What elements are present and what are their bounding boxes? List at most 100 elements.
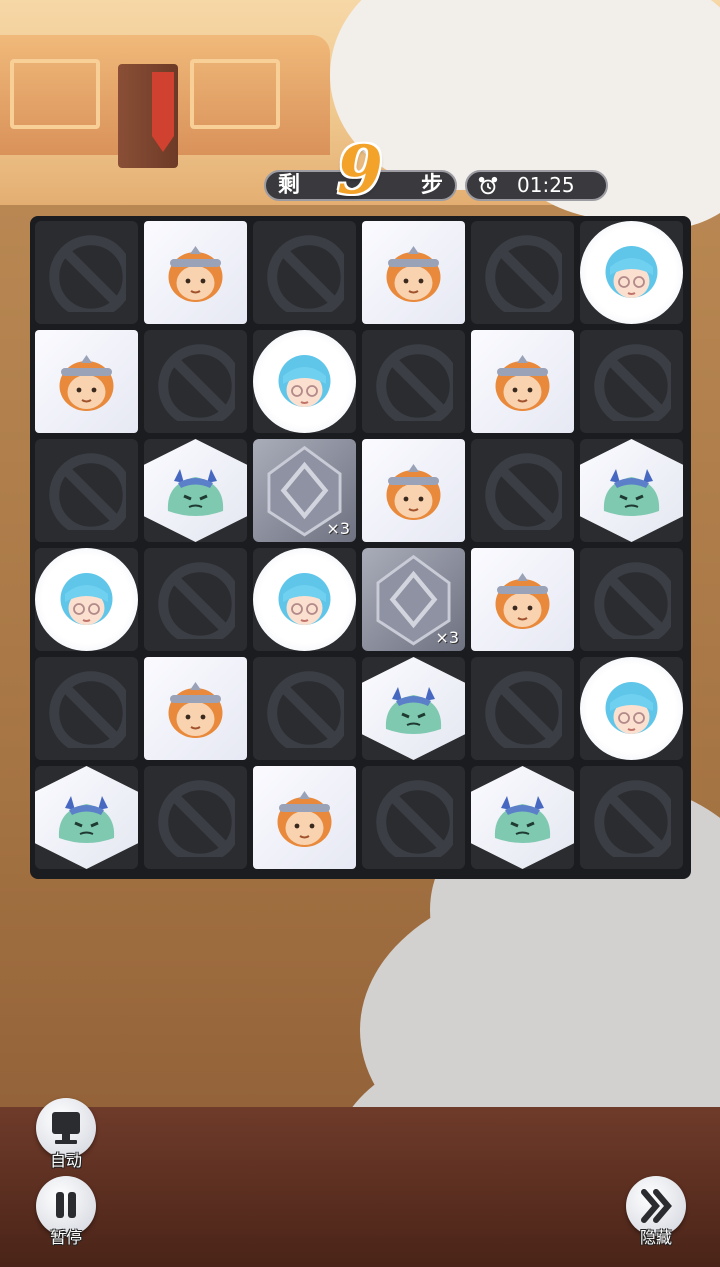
blocked-cell-icon (49, 453, 126, 530)
hide-label: 隐藏 (639, 1228, 672, 1247)
slime-tile[interactable] (580, 439, 683, 542)
board-cell[interactable] (580, 439, 683, 542)
girl-tile[interactable] (580, 221, 683, 324)
steps-prefix: 剩 (278, 172, 301, 198)
girl-tile[interactable] (580, 657, 683, 760)
board-cell[interactable] (35, 766, 138, 869)
board-cell[interactable] (144, 221, 247, 324)
blue-hair-girl-head-icon (60, 573, 113, 625)
stone-multiplier: ×3 (326, 519, 350, 538)
board-cell (144, 330, 247, 433)
board-cell[interactable]: ×3 (253, 439, 356, 542)
board-cell (471, 439, 574, 542)
board-cell (144, 766, 247, 869)
steps-suffix: 步 (420, 172, 443, 198)
board-cell[interactable] (253, 766, 356, 869)
board-cell[interactable] (144, 657, 247, 760)
blue-hair-girl-head-icon (278, 355, 331, 407)
board-cell[interactable] (580, 657, 683, 760)
pause-label: 暂停 (49, 1228, 82, 1247)
green-slime-monster-icon (58, 796, 115, 843)
board-cell (471, 221, 574, 324)
board-cell (362, 330, 465, 433)
board-cell (35, 657, 138, 760)
blue-hair-girl-head-icon (278, 573, 331, 625)
board-cell[interactable] (471, 766, 574, 869)
slime-tile[interactable] (35, 766, 138, 869)
game-board: ×3 ×3 (30, 216, 691, 879)
monkey-tile[interactable] (35, 330, 138, 433)
blocked-cell-icon (158, 562, 235, 639)
blocked-cell-icon (485, 235, 562, 312)
girl-tile[interactable] (253, 330, 356, 433)
monkey-king-head-icon (277, 791, 332, 847)
monkey-tile[interactable] (471, 330, 574, 433)
stone-block-tile[interactable]: ×3 (362, 548, 465, 651)
board-cell (362, 766, 465, 869)
blocked-cell-icon (376, 344, 453, 421)
monkey-tile[interactable] (362, 439, 465, 542)
monkey-king-head-icon (59, 355, 114, 411)
board-cell[interactable] (362, 657, 465, 760)
blocked-cell-icon (49, 235, 126, 312)
board-cell[interactable] (362, 221, 465, 324)
monkey-king-head-icon (495, 573, 550, 629)
board-cell (580, 548, 683, 651)
board-cell[interactable] (471, 330, 574, 433)
girl-tile[interactable] (253, 548, 356, 651)
board-cell[interactable] (35, 330, 138, 433)
board-cell (35, 221, 138, 324)
podium (118, 64, 178, 168)
board-cell (580, 330, 683, 433)
blocked-cell-icon (158, 344, 235, 421)
blocked-cell-icon (594, 344, 671, 421)
monkey-tile[interactable] (144, 221, 247, 324)
timer-bar: 01:25 (465, 170, 608, 201)
auto-label: 自动 (49, 1151, 82, 1170)
monkey-king-head-icon (386, 464, 441, 520)
board-cell (253, 221, 356, 324)
blocked-cell-icon (485, 453, 562, 530)
slime-tile[interactable] (362, 657, 465, 760)
monkey-tile[interactable] (362, 221, 465, 324)
monkey-tile[interactable] (471, 548, 574, 651)
girl-tile[interactable] (35, 548, 138, 651)
green-slime-monster-icon (494, 796, 551, 843)
floor (0, 1107, 720, 1267)
stone-multiplier: ×3 (435, 628, 459, 647)
alarm-clock-icon (478, 176, 498, 195)
blocked-cell-icon (267, 235, 344, 312)
monkey-tile[interactable] (253, 766, 356, 869)
board-cell[interactable] (253, 548, 356, 651)
blocked-cell-icon (485, 671, 562, 748)
monkey-king-head-icon (168, 246, 223, 302)
slime-tile[interactable] (471, 766, 574, 869)
board-cell[interactable] (253, 330, 356, 433)
green-slime-monster-icon (167, 469, 224, 516)
monkey-king-head-icon (386, 246, 441, 302)
board-cell (253, 657, 356, 760)
board-cell[interactable] (362, 439, 465, 542)
blue-hair-girl-head-icon (605, 682, 658, 734)
blue-hair-girl-head-icon (605, 246, 658, 298)
board-cell[interactable] (35, 548, 138, 651)
timer-value: 01:25 (517, 173, 575, 197)
blocked-cell-icon (267, 671, 344, 748)
board-cell[interactable] (580, 221, 683, 324)
board-cell[interactable] (471, 548, 574, 651)
blocked-cell-icon (158, 780, 235, 857)
monkey-king-head-icon (495, 355, 550, 411)
slime-tile[interactable] (144, 439, 247, 542)
board-cell (471, 657, 574, 760)
board-cell[interactable] (144, 439, 247, 542)
monkey-king-head-icon (168, 682, 223, 738)
green-slime-monster-icon (603, 469, 660, 516)
blocked-cell-icon (594, 562, 671, 639)
board-cell (35, 439, 138, 542)
board-cell[interactable]: ×3 (362, 548, 465, 651)
blocked-cell-icon (594, 780, 671, 857)
monkey-tile[interactable] (144, 657, 247, 760)
green-slime-monster-icon (385, 687, 442, 734)
board-cell (580, 766, 683, 869)
stone-block-tile[interactable]: ×3 (253, 439, 356, 542)
